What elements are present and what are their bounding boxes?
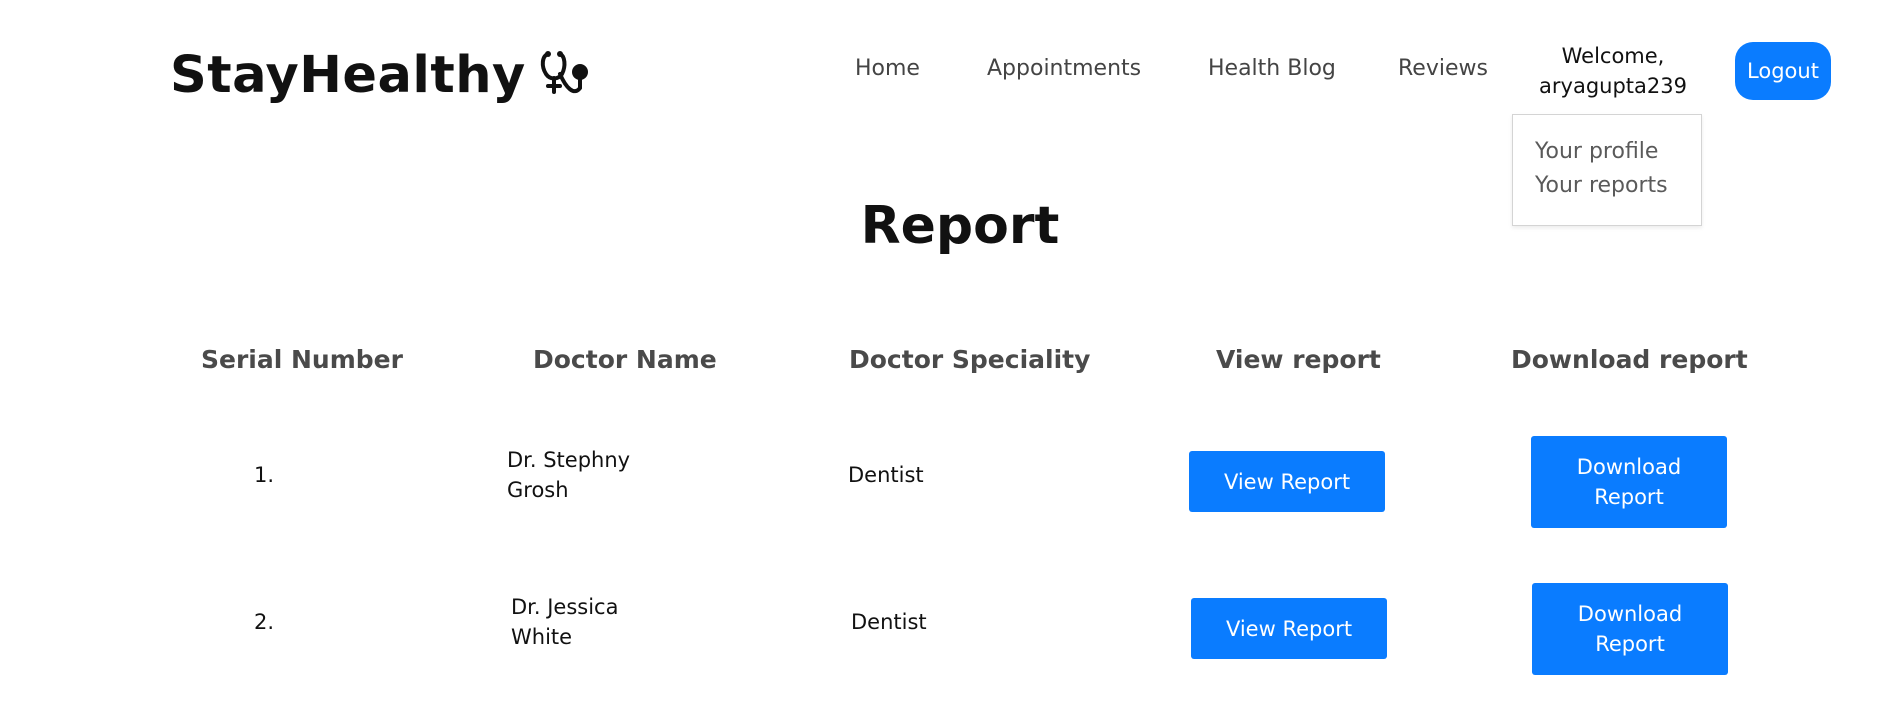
nav-reviews[interactable]: Reviews	[1398, 56, 1488, 81]
download-label-line1: Download	[1577, 602, 1683, 626]
doctor-name-cell: Dr. Stephny Grosh	[507, 445, 630, 505]
menu-item-your-reports[interactable]: Your reports	[1535, 173, 1668, 198]
view-report-button[interactable]: View Report	[1191, 598, 1387, 659]
serial-number-cell: 1.	[254, 463, 275, 487]
header-doctor-name: Doctor Name	[533, 345, 717, 374]
nav-appointments[interactable]: Appointments	[987, 56, 1141, 81]
header-serial-number: Serial Number	[201, 345, 403, 374]
nav-home[interactable]: Home	[855, 56, 920, 81]
download-label-line2: Report	[1595, 632, 1665, 656]
welcome-username: aryagupta239	[1539, 74, 1687, 98]
menu-item-your-profile[interactable]: Your profile	[1535, 139, 1658, 164]
brand-logo[interactable]: StayHealthy	[170, 46, 592, 105]
page-title: Report	[860, 196, 1060, 256]
header-download-report: Download report	[1511, 345, 1748, 374]
download-report-button[interactable]: Download Report	[1532, 583, 1728, 675]
view-report-button[interactable]: View Report	[1189, 451, 1385, 512]
logout-button[interactable]: Logout	[1735, 42, 1831, 100]
user-welcome[interactable]: Welcome, aryagupta239	[1528, 41, 1698, 101]
download-label-line2: Report	[1594, 485, 1664, 509]
doctor-last-name: White	[511, 625, 573, 649]
welcome-greeting: Welcome,	[1561, 44, 1665, 68]
doctor-first-name: Dr. Jessica	[511, 595, 619, 619]
speciality-cell: Dentist	[851, 610, 927, 634]
stethoscope-icon	[538, 48, 592, 104]
serial-number-cell: 2.	[254, 610, 275, 634]
download-report-button[interactable]: Download Report	[1531, 436, 1727, 528]
speciality-cell: Dentist	[848, 463, 924, 487]
doctor-first-name: Dr. Stephny	[507, 448, 631, 472]
doctor-last-name: Grosh	[507, 478, 569, 502]
brand-name: StayHealthy	[170, 46, 526, 105]
header-doctor-speciality: Doctor Speciality	[849, 345, 1091, 374]
doctor-name-cell: Dr. Jessica White	[511, 592, 618, 652]
nav-health-blog[interactable]: Health Blog	[1208, 56, 1336, 81]
header-view-report: View report	[1216, 345, 1381, 374]
download-label-line1: Download	[1576, 455, 1682, 479]
